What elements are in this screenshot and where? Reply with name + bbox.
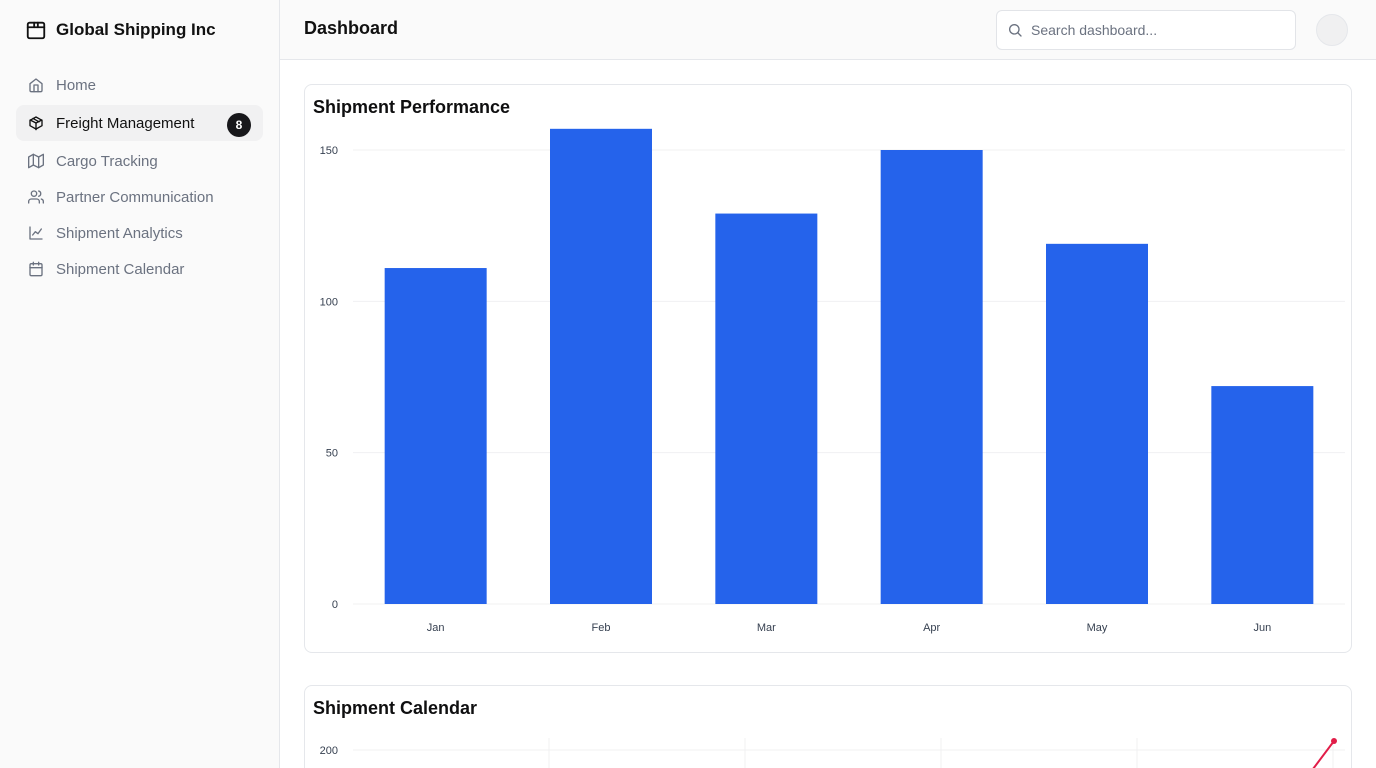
calendar-icon: [28, 261, 44, 277]
y-tick-label: 0: [332, 599, 338, 611]
users-icon: [28, 189, 44, 205]
y-tick-label: 100: [320, 296, 338, 308]
map-icon: [28, 153, 44, 169]
package-icon: [25, 19, 47, 41]
sidebar-item-label: Cargo Tracking: [56, 152, 158, 170]
sidebar-item-home[interactable]: Home: [16, 67, 263, 103]
sidebar-item-freight-management[interactable]: Freight Management 8: [16, 105, 263, 141]
bar-may: [1046, 243, 1148, 604]
sidebar-item-partner-communication[interactable]: Partner Communication: [16, 179, 263, 215]
shipment-calendar-chart: 200: [320, 738, 1345, 768]
bar-jun: [1211, 386, 1314, 604]
x-tick-label: Apr: [923, 622, 940, 634]
sidebar-nav: Home Freight Management 8 Cargo Tracking…: [16, 67, 263, 287]
sidebar-item-label: Shipment Analytics: [56, 224, 183, 242]
sidebar-item-cargo-tracking[interactable]: Cargo Tracking: [16, 143, 263, 179]
box-icon: [28, 115, 44, 131]
sidebar-item-shipment-calendar[interactable]: Shipment Calendar: [16, 251, 263, 287]
y-tick-label: 150: [320, 145, 338, 157]
y-tick-label: 50: [326, 448, 338, 460]
data-point: [1331, 738, 1337, 744]
bar-mar: [715, 213, 818, 604]
top-header: Dashboard: [280, 0, 1376, 60]
search-input[interactable]: [1031, 22, 1271, 38]
shipment-performance-chart: 0 50 100 150 Jan Feb Mar Apr May Jun: [320, 128, 1345, 634]
bar-feb: [550, 128, 652, 604]
sidebar-item-label: Home: [56, 76, 97, 94]
x-tick-label: Jan: [427, 622, 445, 634]
sidebar-item-shipment-analytics[interactable]: Shipment Analytics: [16, 215, 263, 251]
shipment-calendar-card: Shipment Calendar 200: [304, 685, 1352, 768]
series-line: [1312, 740, 1335, 768]
brand[interactable]: Global Shipping Inc: [25, 18, 216, 42]
sidebar-item-label: Partner Communication: [56, 188, 214, 206]
line-chart-icon: [28, 225, 44, 241]
home-icon: [28, 77, 44, 93]
search-icon: [1007, 22, 1023, 38]
x-tick-label: May: [1087, 622, 1108, 634]
notification-badge: 8: [227, 113, 251, 137]
y-tick-label: 200: [320, 745, 338, 757]
x-tick-label: Mar: [757, 622, 776, 634]
sidebar: Global Shipping Inc Home Freight Managem…: [0, 0, 280, 768]
avatar[interactable]: [1316, 14, 1348, 46]
brand-name: Global Shipping Inc: [56, 20, 216, 39]
x-tick-label: Feb: [592, 622, 611, 634]
search-box[interactable]: [996, 10, 1296, 50]
bar-jan: [384, 268, 487, 604]
page-title: Dashboard: [304, 18, 399, 38]
x-tick-label: Jun: [1253, 622, 1271, 634]
sidebar-item-label: Freight Management: [56, 114, 195, 132]
bar-apr: [880, 150, 983, 604]
shipment-performance-card: Shipment Performance 0 50 100 150 Jan Feb Mar A…: [304, 84, 1352, 653]
sidebar-item-label: Shipment Calendar: [56, 260, 185, 278]
